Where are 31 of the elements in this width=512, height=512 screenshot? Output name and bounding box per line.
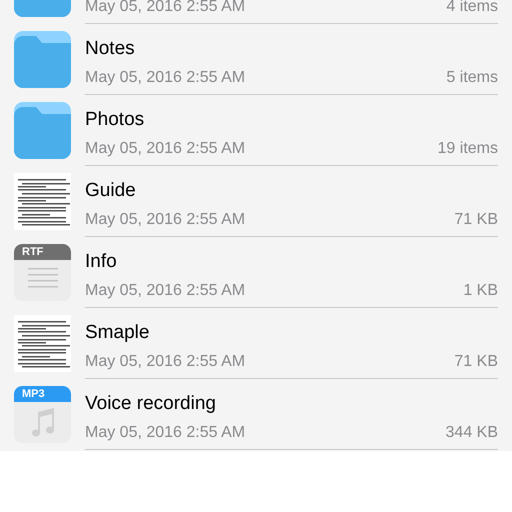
rtf-file-icon: RTF — [14, 244, 71, 301]
file-name: Smaple — [85, 322, 150, 343]
file-size: 344 KB — [446, 424, 498, 442]
file-row[interactable]: Smaple May 05, 2016 2:55 AM 71 KB — [0, 308, 512, 379]
file-row[interactable]: Notes May 05, 2016 2:55 AM 5 items — [0, 24, 512, 95]
modified-date: May 05, 2016 2:55 AM — [85, 211, 246, 229]
folder-icon — [14, 31, 71, 88]
file-name: Notes — [85, 38, 135, 59]
modified-date: May 05, 2016 2:55 AM — [85, 424, 246, 442]
file-row[interactable]: Photos May 05, 2016 2:55 AM 19 items — [0, 95, 512, 166]
file-row[interactable]: RTF Info May 05, 2016 2:55 AM 1 KB — [0, 237, 512, 308]
file-name: Voice recording — [85, 393, 216, 414]
file-size: 5 items — [446, 69, 498, 87]
file-row[interactable]: Guide May 05, 2016 2:55 AM 71 KB — [0, 166, 512, 237]
document-thumbnail-icon — [14, 173, 71, 230]
file-size: 19 items — [438, 140, 498, 158]
file-size: 71 KB — [454, 211, 498, 229]
document-thumbnail-icon — [14, 315, 71, 372]
file-name: Guide — [85, 180, 136, 201]
modified-date: May 05, 2016 2:55 AM — [85, 69, 246, 87]
file-name: Info — [85, 251, 117, 272]
modified-date: May 05, 2016 2:55 AM — [85, 353, 246, 371]
modified-date: May 05, 2016 2:55 AM — [85, 282, 246, 300]
modified-date: May 05, 2016 2:55 AM — [85, 140, 246, 158]
folder-icon — [14, 102, 71, 159]
file-size: 71 KB — [454, 353, 498, 371]
file-name: Photos — [85, 109, 144, 130]
music-file-icon: MP3 — [14, 386, 71, 443]
modified-date: May 05, 2016 2:55 AM — [85, 0, 246, 16]
file-size: 1 KB — [463, 282, 498, 300]
file-row[interactable]: MP3 Voice recording May 05, 2016 2:55 AM 344 KB — [0, 379, 512, 450]
